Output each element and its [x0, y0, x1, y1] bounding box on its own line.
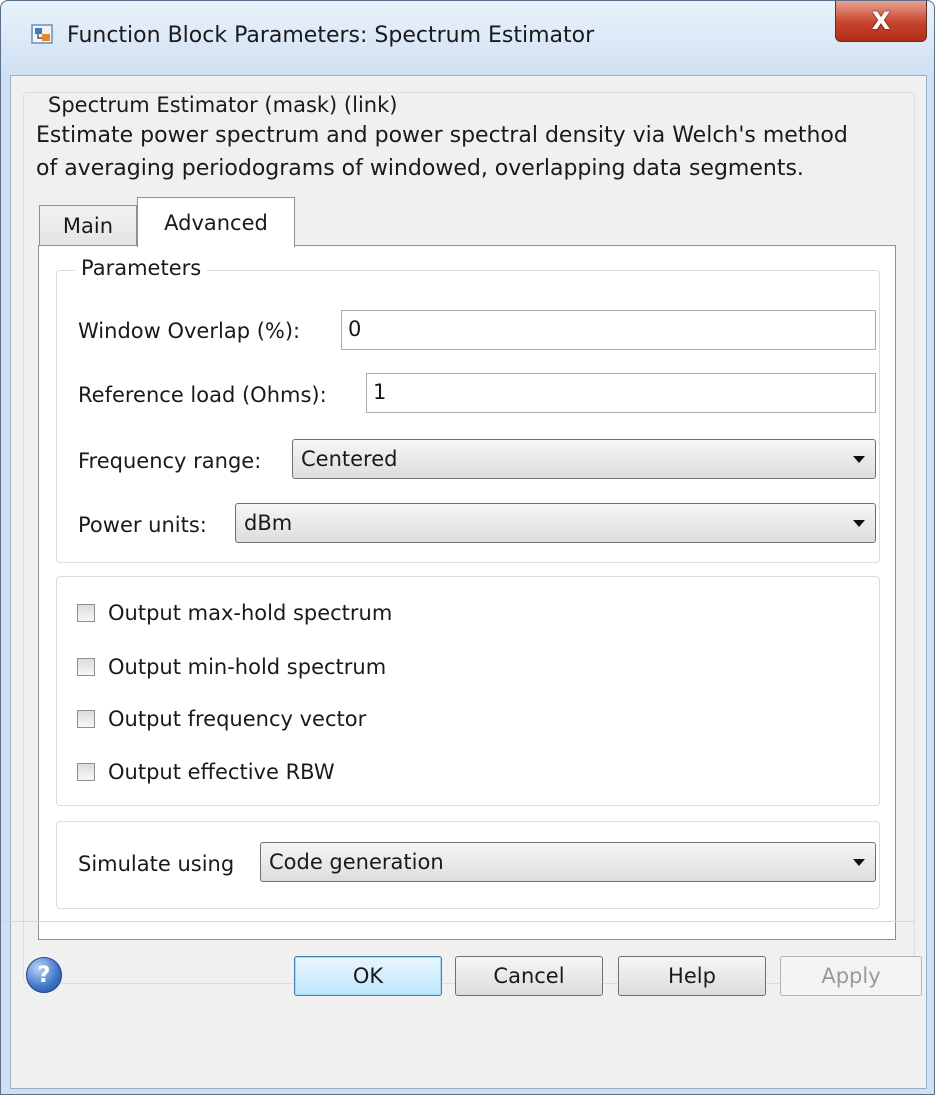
chevron-down-icon: [853, 456, 865, 463]
frequency-vector-checkbox[interactable]: [77, 710, 95, 728]
parameters-group: Parameters Window Overlap (%): 0 Referen…: [56, 256, 880, 563]
effective-rbw-label: Output effective RBW: [108, 760, 335, 784]
mask-title: Spectrum Estimator (mask) (link): [44, 93, 402, 117]
ok-button[interactable]: OK: [294, 956, 442, 996]
parameters-legend: Parameters: [75, 256, 208, 280]
title-bar[interactable]: Function Block Parameters: Spectrum Esti…: [1, 1, 934, 75]
simulate-using-select[interactable]: Code generation: [260, 842, 876, 882]
effective-rbw-option[interactable]: Output effective RBW: [77, 758, 335, 786]
mask-description: Estimate power spectrum and power spectr…: [36, 119, 906, 185]
min-hold-option[interactable]: Output min-hold spectrum: [77, 653, 386, 681]
reference-load-field[interactable]: 1: [366, 373, 876, 413]
simulate-using-value: Code generation: [269, 850, 444, 874]
min-hold-checkbox[interactable]: [77, 658, 95, 676]
window-overlap-field[interactable]: 0: [341, 310, 876, 350]
output-options-group: Output max-hold spectrum Output min-hold…: [56, 576, 880, 806]
chevron-down-icon: [853, 520, 865, 527]
apply-button[interactable]: Apply: [780, 956, 922, 996]
question-mark-icon[interactable]: ?: [26, 957, 62, 993]
simulink-block-icon: [31, 24, 53, 44]
min-hold-label: Output min-hold spectrum: [108, 655, 387, 679]
footer-divider: [1, 921, 914, 922]
max-hold-checkbox[interactable]: [77, 604, 95, 622]
cancel-button[interactable]: Cancel: [455, 956, 603, 996]
frequency-vector-option[interactable]: Output frequency vector: [77, 705, 366, 733]
window-title: Function Block Parameters: Spectrum Esti…: [67, 23, 595, 48]
tab-advanced[interactable]: Advanced: [137, 197, 295, 247]
tab-panel-advanced: Parameters Window Overlap (%): 0 Referen…: [38, 245, 896, 940]
help-button[interactable]: Help: [618, 956, 766, 996]
chevron-down-icon: [853, 859, 865, 866]
frequency-range-value: Centered: [301, 447, 398, 471]
frequency-range-label: Frequency range:: [78, 449, 262, 473]
description-line-2: of averaging periodograms of windowed, o…: [36, 156, 804, 181]
window-overlap-label: Window Overlap (%):: [78, 319, 301, 343]
description-line-1: Estimate power spectrum and power spectr…: [36, 123, 848, 148]
simulate-group: Simulate using Code generation: [56, 821, 880, 909]
max-hold-option[interactable]: Output max-hold spectrum: [77, 599, 392, 627]
power-units-value: dBm: [244, 511, 293, 535]
effective-rbw-checkbox[interactable]: [77, 763, 95, 781]
power-units-select[interactable]: dBm: [235, 503, 876, 543]
simulate-using-label: Simulate using: [78, 852, 235, 876]
frequency-vector-label: Output frequency vector: [108, 707, 367, 731]
power-units-label: Power units:: [78, 513, 207, 537]
dialog-window: Function Block Parameters: Spectrum Esti…: [0, 0, 935, 1095]
max-hold-label: Output max-hold spectrum: [108, 601, 393, 625]
tab-main[interactable]: Main: [39, 205, 137, 246]
reference-load-label: Reference load (Ohms):: [78, 383, 327, 407]
close-icon: X: [871, 7, 891, 35]
close-button[interactable]: X: [835, 1, 927, 42]
frequency-range-select[interactable]: Centered: [292, 439, 876, 479]
